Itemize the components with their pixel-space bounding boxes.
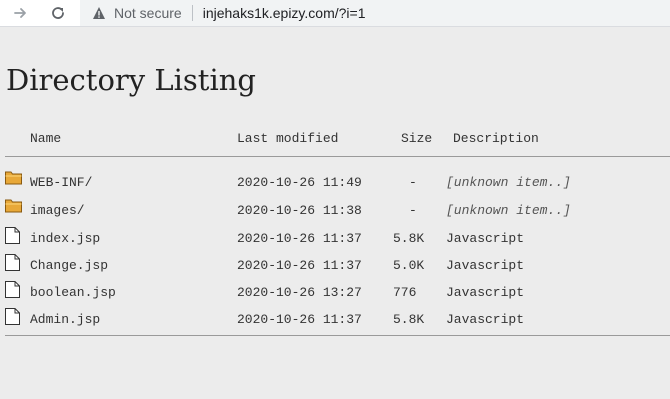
- file-size: -: [409, 175, 417, 190]
- reload-icon[interactable]: [46, 0, 70, 26]
- table-row: Change.jsp 2020-10-26 11:37 5.0K Javascr…: [0, 254, 670, 276]
- column-header-size[interactable]: Size: [401, 131, 432, 146]
- modified-date: 2020-10-26 11:37: [237, 312, 362, 327]
- omnibox-content: Not secure injehaks1k.epizy.com/?i=1: [80, 0, 365, 26]
- file-icon: [5, 227, 20, 249]
- address-bar[interactable]: Not secure injehaks1k.epizy.com/?i=1: [80, 0, 670, 26]
- file-size: 776: [393, 285, 417, 300]
- file-icon: [5, 281, 20, 303]
- column-header-description[interactable]: Description: [453, 131, 539, 146]
- file-name-link[interactable]: Admin.jsp: [30, 312, 100, 327]
- table-row: WEB-INF/ 2020-10-26 11:49 - [unknown ite…: [0, 171, 670, 193]
- modified-date: 2020-10-26 11:49: [237, 175, 362, 190]
- header-divider: [5, 156, 670, 157]
- url-text[interactable]: injehaks1k.epizy.com/?i=1: [203, 5, 366, 21]
- file-description: [unknown item..]: [446, 203, 571, 218]
- table-row: Admin.jsp 2020-10-26 11:37 5.8K Javascri…: [0, 308, 670, 330]
- modified-date: 2020-10-26 11:38: [237, 203, 362, 218]
- file-name-link[interactable]: WEB-INF/: [30, 175, 92, 190]
- file-name-link[interactable]: images/: [30, 203, 85, 218]
- table-header: Name Last modified Size Description: [0, 131, 670, 147]
- browser-toolbar: Not secure injehaks1k.epizy.com/?i=1: [0, 0, 670, 27]
- forward-arrow-icon[interactable]: [8, 0, 32, 26]
- security-status-label[interactable]: Not secure: [114, 5, 182, 21]
- column-header-name[interactable]: Name: [30, 131, 61, 146]
- modified-date: 2020-10-26 11:37: [237, 231, 362, 246]
- file-name-link[interactable]: Change.jsp: [30, 258, 108, 273]
- reload-glyph: [52, 7, 64, 19]
- page-title: Directory Listing: [6, 63, 256, 97]
- modified-date: 2020-10-26 11:37: [237, 258, 362, 273]
- file-icon: [5, 254, 20, 276]
- file-name-link[interactable]: boolean.jsp: [30, 285, 116, 300]
- footer-divider: [5, 335, 670, 336]
- modified-date: 2020-10-26 13:27: [237, 285, 362, 300]
- page-body: Directory Listing Name Last modified Siz…: [0, 27, 670, 399]
- table-row: index.jsp 2020-10-26 11:37 5.8K Javascri…: [0, 227, 670, 249]
- warning-icon[interactable]: [92, 6, 106, 20]
- file-icon: [5, 308, 20, 330]
- file-size: 5.8K: [393, 312, 425, 327]
- forward-arrow-glyph: [14, 8, 26, 18]
- file-description: [unknown item..]: [446, 175, 571, 190]
- file-description: Javascript: [446, 258, 525, 273]
- table-row: boolean.jsp 2020-10-26 13:27 776 Javascr…: [0, 281, 670, 303]
- file-description: Javascript: [446, 285, 525, 300]
- file-size: 5.0K: [393, 258, 425, 273]
- table-row: images/ 2020-10-26 11:38 - [unknown item…: [0, 199, 670, 221]
- folder-icon: [5, 171, 22, 190]
- file-size: -: [409, 203, 417, 218]
- column-header-last-modified[interactable]: Last modified: [237, 131, 338, 146]
- file-size: 5.8K: [393, 231, 425, 246]
- file-name-link[interactable]: index.jsp: [30, 231, 100, 246]
- file-description: Javascript: [446, 231, 525, 246]
- omnibox-divider: [191, 5, 193, 21]
- file-description: Javascript: [446, 312, 525, 327]
- folder-icon: [5, 199, 22, 218]
